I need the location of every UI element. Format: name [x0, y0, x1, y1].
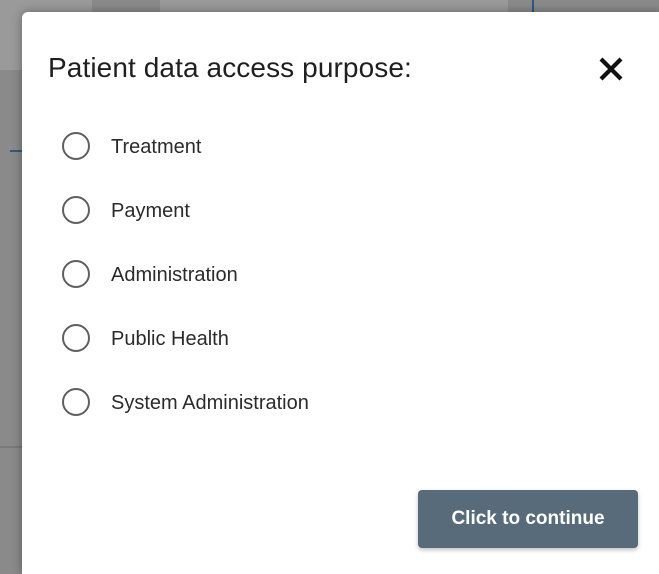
close-icon	[599, 57, 623, 81]
option-label: Treatment	[111, 136, 202, 158]
access-purpose-dialog: Patient data access purpose: Treatment P…	[22, 12, 659, 574]
continue-button[interactable]: Click to continue	[418, 490, 638, 548]
option-label: Public Health	[111, 328, 229, 350]
radio-button[interactable]	[62, 260, 90, 288]
purpose-option-treatment[interactable]: Treatment	[62, 132, 422, 196]
background-divider	[0, 446, 22, 448]
purpose-option-public-health[interactable]: Public Health	[62, 324, 422, 388]
purpose-option-payment[interactable]: Payment	[62, 196, 422, 260]
background-accent	[532, 0, 534, 12]
option-label: Administration	[111, 264, 238, 286]
option-label: Payment	[111, 200, 190, 222]
close-button[interactable]	[596, 54, 626, 84]
radio-button[interactable]	[62, 388, 90, 416]
option-label: System Administration	[111, 392, 309, 414]
radio-button[interactable]	[62, 132, 90, 160]
background-accent	[10, 150, 22, 152]
radio-button[interactable]	[62, 324, 90, 352]
purpose-option-administration[interactable]: Administration	[62, 260, 422, 324]
purpose-radio-group: Treatment Payment Administration Public …	[62, 132, 422, 452]
radio-button[interactable]	[62, 196, 90, 224]
dialog-title: Patient data access purpose:	[48, 52, 412, 83]
purpose-option-system-administration[interactable]: System Administration	[62, 388, 422, 452]
